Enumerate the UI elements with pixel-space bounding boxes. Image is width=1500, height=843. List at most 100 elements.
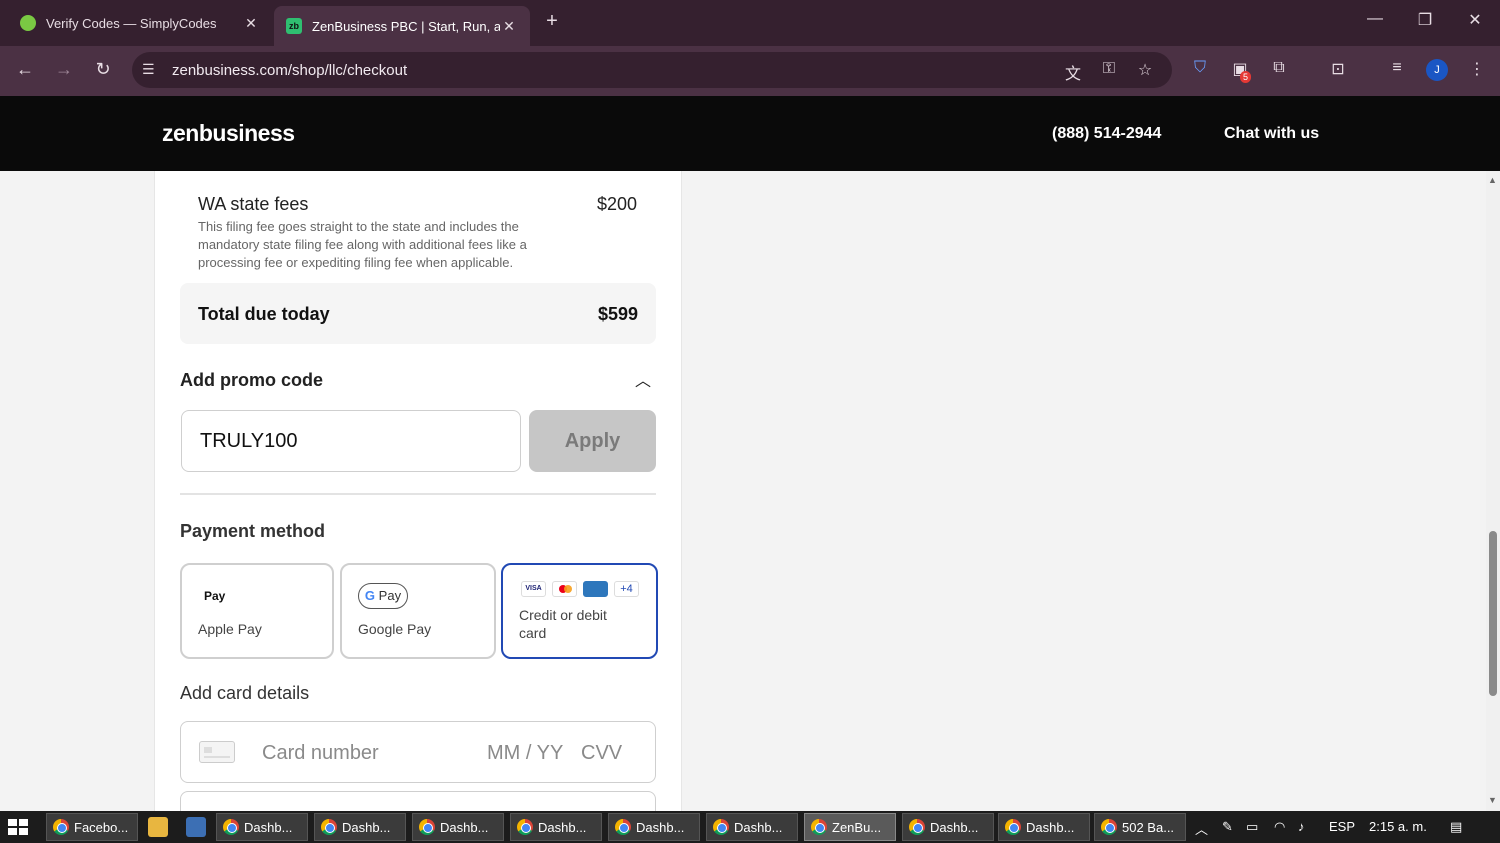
card-number-placeholder[interactable]: Card number — [262, 742, 379, 765]
scroll-up-arrow-icon[interactable]: ▲ — [1488, 175, 1497, 185]
address-bar[interactable]: ☰ zenbusiness.com/shop/llc/checkout 文 ⚿ … — [132, 52, 1172, 88]
pen-icon[interactable]: ✎ — [1222, 819, 1233, 835]
bookmark-star-icon[interactable]: ☆ — [1134, 60, 1156, 80]
zenbusiness-logo[interactable]: zenbusiness — [162, 120, 295, 147]
apple-pay-label: Apple Pay — [198, 621, 262, 637]
mastercard-icon — [552, 581, 577, 597]
window-close-icon[interactable]: ✕ — [1460, 10, 1490, 30]
total-box: Total due today $599 — [180, 283, 656, 344]
translate-icon[interactable]: 文 — [1062, 60, 1084, 84]
menu-kebab-icon[interactable]: ⋮ — [1465, 59, 1489, 79]
fee-title: WA state fees — [198, 194, 309, 214]
visa-icon: VISA — [521, 581, 546, 597]
chrome-icon — [713, 819, 729, 835]
google-pay-logo-text: Pay — [378, 588, 402, 603]
language-indicator[interactable]: ESP — [1329, 819, 1355, 834]
calculator-icon[interactable] — [186, 817, 206, 837]
url-text[interactable]: zenbusiness.com/shop/llc/checkout — [172, 62, 407, 79]
battery-icon[interactable]: ▭ — [1246, 819, 1258, 835]
taskbar-item[interactable]: Dashb... — [510, 813, 602, 841]
close-icon[interactable]: ✕ — [242, 15, 260, 32]
scroll-down-arrow-icon[interactable]: ▼ — [1488, 795, 1497, 805]
taskbar-item[interactable]: Dashb... — [216, 813, 308, 841]
total-label: Total due today — [198, 304, 330, 324]
total-amount: $599 — [597, 304, 638, 324]
chrome-icon — [321, 819, 337, 835]
apply-button[interactable]: Apply — [529, 410, 656, 472]
key-icon[interactable]: ⚿ — [1098, 60, 1120, 78]
expiry-placeholder[interactable]: MM / YY — [487, 742, 563, 765]
chevron-up-icon[interactable]: ︿ — [633, 367, 653, 391]
chrome-icon — [53, 819, 69, 835]
next-input-field[interactable] — [180, 791, 656, 811]
google-pay-label: Google Pay — [358, 621, 432, 637]
taskbar-item-label: Dashb... — [734, 819, 783, 835]
amex-icon — [583, 581, 608, 597]
browser-toolbar: ← → ↻ ☰ zenbusiness.com/shop/llc/checkou… — [0, 46, 1500, 96]
scroll-thumb[interactable] — [1489, 531, 1497, 696]
chrome-icon — [811, 819, 827, 835]
taskbar-item[interactable]: Dashb... — [706, 813, 798, 841]
card-input-field[interactable]: Card number MM / YY CVV — [180, 721, 656, 783]
taskbar-item-label: Dashb... — [636, 819, 685, 835]
browser-tab-bar: Verify Codes — SimplyCodes ✕ zb ZenBusin… — [0, 0, 1500, 46]
taskbar-item[interactable]: Dashb... — [314, 813, 406, 841]
notifications-icon[interactable]: ▤ — [1450, 819, 1462, 835]
fee-description: This filing fee goes straight to the sta… — [198, 219, 527, 270]
apple-pay-logo-text: Pay — [204, 589, 226, 603]
taskbar-item-label: 502 Ba... — [1122, 819, 1175, 835]
windows-start-icon[interactable] — [8, 819, 28, 835]
payment-method-heading: Payment method — [180, 521, 326, 541]
chat-link[interactable]: Chat with us — [1224, 125, 1319, 143]
close-icon[interactable]: ✕ — [500, 18, 518, 35]
apple-pay-logo: Pay — [204, 589, 225, 603]
wifi-icon[interactable]: ◠ — [1274, 819, 1285, 835]
cvv-placeholder[interactable]: CVV — [581, 742, 622, 765]
reading-list-icon[interactable]: ≡ — [1385, 59, 1409, 77]
clock[interactable]: 2:15 a. m. — [1369, 819, 1427, 834]
page-scrollbar[interactable]: ▲ ▼ — [1486, 171, 1500, 811]
taskbar-item[interactable]: Dashb... — [902, 813, 994, 841]
promo-code-input[interactable] — [181, 410, 521, 472]
taskbar-item-active[interactable]: ZenBu... — [804, 813, 896, 841]
tab-simplycodes[interactable]: Verify Codes — SimplyCodes ✕ — [8, 6, 272, 40]
restore-icon[interactable]: ❐ — [1410, 10, 1440, 30]
tab-zenbusiness[interactable]: zb ZenBusiness PBC | Start, Run, and Gro… — [274, 6, 530, 46]
back-icon[interactable]: ← — [13, 59, 37, 80]
chrome-icon — [419, 819, 435, 835]
tab-title: ZenBusiness PBC | Start, Run, and Grow — [312, 18, 500, 34]
divider — [180, 493, 656, 495]
taskbar-item[interactable]: Dashb... — [608, 813, 700, 841]
tab-search-icon[interactable]: ⊡ — [1326, 59, 1350, 79]
simplycodes-icon — [20, 15, 36, 31]
more-brands-badge: +4 — [614, 581, 639, 597]
tray-chevron-icon[interactable]: ︿ — [1195, 819, 1208, 838]
credit-card-option[interactable]: VISA +4 Credit or debit card — [501, 563, 658, 659]
card-icon — [199, 741, 235, 763]
bitwarden-icon[interactable]: ⛉ — [1188, 59, 1212, 77]
volume-icon[interactable]: ♪ — [1298, 819, 1305, 834]
profile-avatar[interactable]: J — [1426, 59, 1448, 81]
chrome-icon — [909, 819, 925, 835]
google-pay-option[interactable]: G Pay Google Pay — [340, 563, 496, 659]
taskbar-item[interactable]: 502 Ba... — [1094, 813, 1186, 841]
tab-title: Verify Codes — SimplyCodes — [46, 15, 217, 31]
apple-pay-option[interactable]: Pay Apple Pay — [180, 563, 334, 659]
taskbar-item[interactable]: Dashb... — [998, 813, 1090, 841]
chrome-icon — [615, 819, 631, 835]
google-pay-logo: G Pay — [358, 583, 408, 609]
site-settings-icon[interactable]: ☰ — [142, 61, 155, 78]
extensions-puzzle-icon[interactable]: ⧉ — [1267, 59, 1291, 77]
reload-icon[interactable]: ↻ — [91, 59, 115, 80]
promo-heading[interactable]: Add promo code — [180, 370, 323, 391]
google-g-icon: G — [364, 588, 376, 603]
phone-link[interactable]: (888) 514-2944 — [1052, 125, 1161, 143]
file-explorer-icon[interactable] — [148, 817, 168, 837]
taskbar-item[interactable]: Dashb... — [412, 813, 504, 841]
zenbusiness-icon: zb — [286, 18, 302, 34]
taskbar-item-label: ZenBu... — [832, 819, 882, 835]
forward-icon[interactable]: → — [52, 59, 76, 80]
taskbar-item[interactable]: Facebo... — [46, 813, 138, 841]
minimize-icon[interactable]: — — [1360, 10, 1390, 28]
new-tab-button[interactable]: + — [540, 10, 564, 33]
